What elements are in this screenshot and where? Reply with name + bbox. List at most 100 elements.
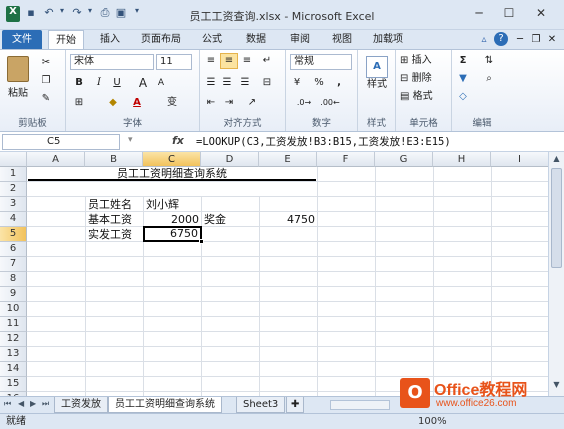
- horizontal-scrollbar[interactable]: [330, 400, 390, 410]
- tab-formulas[interactable]: 公式: [194, 30, 230, 49]
- insert-cells-button[interactable]: ⊞ 插入: [400, 54, 448, 68]
- scroll-thumb[interactable]: [551, 168, 562, 268]
- fill-handle[interactable]: [199, 239, 204, 244]
- align-bottom-icon[interactable]: ≡: [240, 54, 254, 68]
- sheet-tab-sheet3[interactable]: Sheet3: [236, 397, 286, 413]
- tab-data[interactable]: 数据: [238, 30, 274, 49]
- format-cells-button[interactable]: ▤ 格式: [400, 90, 448, 104]
- formula-input[interactable]: =LOOKUP(C3,工资发放!B3:B15,工资发放!E3:E15): [196, 134, 451, 150]
- tab-page-layout[interactable]: 页面布局: [136, 30, 186, 49]
- basic-salary-value[interactable]: 2000: [143, 213, 199, 226]
- bonus-label[interactable]: 奖金: [204, 213, 226, 226]
- maximize-button[interactable]: ☐: [498, 6, 520, 24]
- prev-sheet-icon[interactable]: ◀: [18, 399, 24, 408]
- row-header-8[interactable]: 8: [0, 272, 27, 287]
- workbook-restore-icon[interactable]: ❐: [530, 30, 542, 49]
- number-format-combo[interactable]: 常规: [290, 54, 352, 70]
- column-header-f[interactable]: F: [317, 152, 375, 167]
- decrease-decimal-icon[interactable]: .00←: [320, 96, 340, 110]
- name-box[interactable]: C5: [2, 134, 120, 150]
- row-header-10[interactable]: 10: [0, 302, 27, 317]
- copy-icon[interactable]: ❐: [38, 74, 54, 88]
- first-sheet-icon[interactable]: ⏮: [4, 399, 11, 409]
- comma-button[interactable]: ,: [332, 76, 346, 90]
- increase-decimal-icon[interactable]: .0→: [294, 96, 314, 110]
- underline-button[interactable]: U: [110, 76, 124, 90]
- find-select-icon[interactable]: ⌕: [480, 72, 498, 86]
- column-header-h[interactable]: H: [433, 152, 491, 167]
- basic-salary-label[interactable]: 基本工资: [88, 213, 132, 226]
- fill-color-icon[interactable]: ◆: [106, 96, 120, 110]
- row-header-7[interactable]: 7: [0, 257, 27, 272]
- merge-center-icon[interactable]: ⊟: [260, 76, 274, 90]
- tab-review[interactable]: 审阅: [282, 30, 318, 49]
- format-painter-icon[interactable]: ✎: [38, 92, 54, 106]
- merged-blank-row-2[interactable]: [28, 182, 316, 196]
- increase-indent-icon[interactable]: ⇥: [222, 96, 236, 110]
- scroll-up-icon[interactable]: ▲: [551, 154, 562, 165]
- last-sheet-icon[interactable]: ⏭: [42, 399, 49, 409]
- italic-button[interactable]: I: [92, 76, 106, 90]
- help-icon[interactable]: ?: [494, 32, 508, 46]
- sort-filter-icon[interactable]: ⇅: [480, 54, 498, 68]
- currency-icon[interactable]: ¥: [290, 76, 304, 90]
- row-header-9[interactable]: 9: [0, 287, 27, 302]
- row-header-4[interactable]: 4: [0, 212, 27, 227]
- row-header-12[interactable]: 12: [0, 332, 27, 347]
- tab-file[interactable]: 文件: [2, 30, 42, 49]
- bold-button[interactable]: B: [72, 76, 86, 90]
- row-header-2[interactable]: 2: [0, 182, 27, 197]
- border-icon[interactable]: ⊞: [72, 96, 86, 110]
- align-right-icon[interactable]: ☰: [238, 76, 252, 90]
- orientation-icon[interactable]: ↗: [244, 96, 260, 110]
- close-button[interactable]: ✕: [530, 6, 552, 24]
- font-color-button[interactable]: A: [130, 96, 144, 110]
- clear-icon[interactable]: ◇: [456, 90, 470, 104]
- row-header-5[interactable]: 5: [0, 227, 27, 242]
- row-header-13[interactable]: 13: [0, 347, 27, 362]
- column-header-c[interactable]: C: [143, 152, 201, 167]
- decrease-indent-icon[interactable]: ⇤: [204, 96, 218, 110]
- row-header-3[interactable]: 3: [0, 197, 27, 212]
- cut-icon[interactable]: ✂: [38, 56, 54, 70]
- row-header-6[interactable]: 6: [0, 242, 27, 257]
- shrink-font-button[interactable]: A: [154, 76, 168, 90]
- font-size-combo[interactable]: 11: [156, 54, 192, 70]
- percent-button[interactable]: %: [312, 76, 326, 90]
- sheet-tab-salary[interactable]: 工资发放: [54, 397, 108, 413]
- workbook-minimize-icon[interactable]: ─: [514, 30, 526, 49]
- employee-name-label[interactable]: 员工姓名: [88, 198, 132, 211]
- title-cell[interactable]: 员工工资明细查询系统: [28, 167, 316, 181]
- row-header-11[interactable]: 11: [0, 317, 27, 332]
- employee-name-value[interactable]: 刘小辉: [146, 198, 179, 211]
- insert-function-button[interactable]: fx: [172, 134, 184, 147]
- sheet-tab-query[interactable]: 员工工资明细查询系统: [108, 397, 222, 413]
- row-header-1[interactable]: 1: [0, 167, 27, 182]
- phonetic-button[interactable]: 变: [164, 96, 180, 110]
- align-center-icon[interactable]: ☰: [220, 76, 234, 90]
- row-header-15[interactable]: 15: [0, 377, 27, 392]
- name-box-dropdown-icon[interactable]: ▾: [128, 135, 133, 145]
- actual-salary-value-selected-cell[interactable]: 6750: [143, 226, 202, 242]
- autosum-button[interactable]: Σ: [456, 54, 470, 68]
- bonus-value[interactable]: 4750: [259, 213, 315, 226]
- column-header-a[interactable]: A: [27, 152, 85, 167]
- minimize-ribbon-icon[interactable]: ▵: [478, 30, 490, 49]
- column-header-i[interactable]: I: [491, 152, 549, 167]
- tab-view[interactable]: 视图: [324, 30, 360, 49]
- minimize-button[interactable]: ─: [468, 6, 490, 24]
- column-header-e[interactable]: E: [259, 152, 317, 167]
- paste-button[interactable]: 粘贴: [4, 56, 32, 100]
- align-top-icon[interactable]: ≡: [204, 54, 218, 68]
- workbook-close-icon[interactable]: ✕: [546, 30, 558, 49]
- tab-insert[interactable]: 插入: [92, 30, 128, 49]
- fill-icon[interactable]: ▼: [456, 72, 470, 86]
- styles-button[interactable]: A 样式: [362, 56, 392, 100]
- column-header-g[interactable]: G: [375, 152, 433, 167]
- actual-salary-label[interactable]: 实发工资: [88, 228, 132, 241]
- next-sheet-icon[interactable]: ▶: [30, 399, 36, 408]
- grow-font-button[interactable]: A: [136, 76, 150, 90]
- insert-sheet-icon[interactable]: ✚: [286, 397, 305, 413]
- vertical-scrollbar[interactable]: ▲ ▼: [548, 152, 564, 396]
- zoom-level[interactable]: 100%: [418, 414, 447, 429]
